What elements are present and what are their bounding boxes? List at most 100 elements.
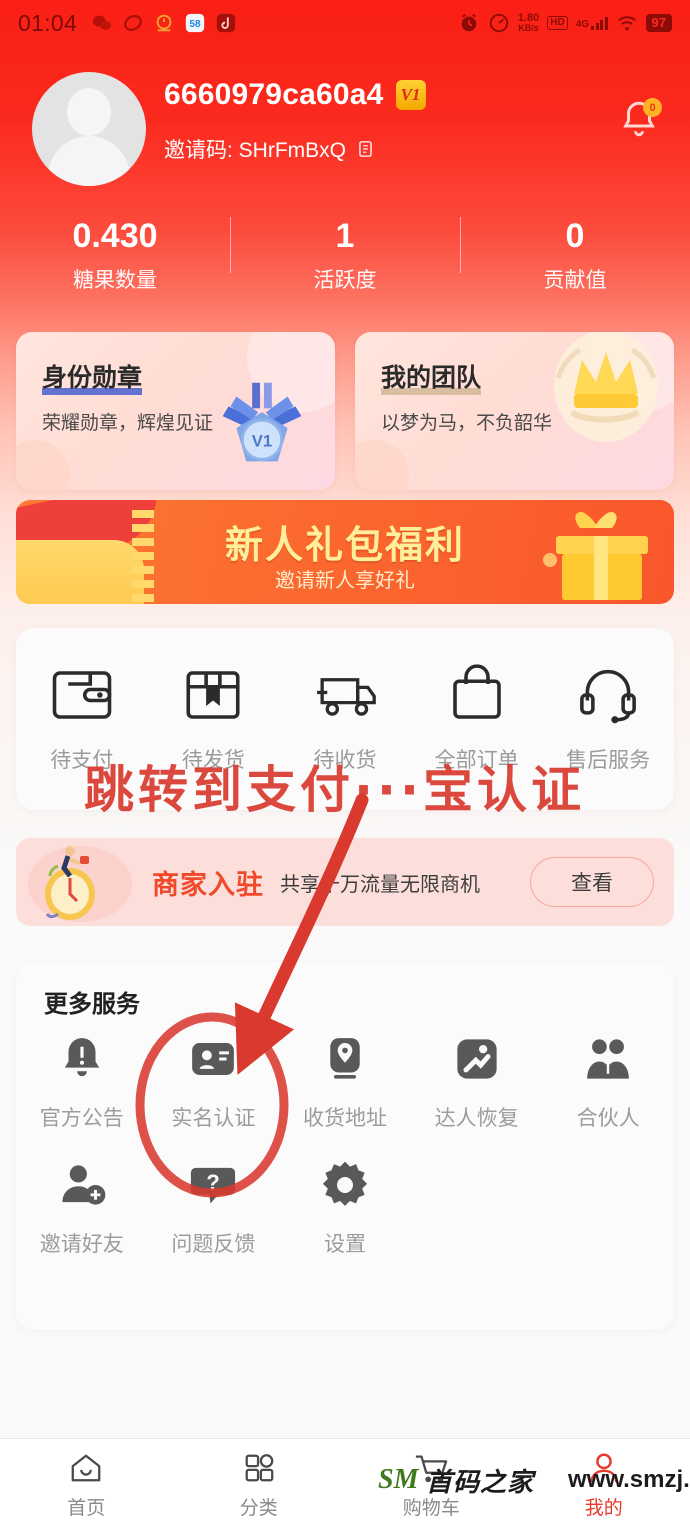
level-badge: V1: [395, 80, 426, 110]
service-partner[interactable]: 合伙人: [542, 1032, 674, 1132]
annotation-text: 跳转到支付···宝认证: [84, 761, 585, 819]
card-title: 我的团队: [381, 358, 482, 395]
merchant-view-button[interactable]: 查看: [530, 857, 654, 907]
service-shipping-address[interactable]: 收货地址: [279, 1032, 411, 1132]
tab-category[interactable]: 分类: [173, 1439, 346, 1520]
wifi-icon: [617, 16, 636, 31]
card-my-team[interactable]: 我的团队 以梦为马，不负韶华: [355, 332, 674, 490]
card-subtitle: 荣耀勋章，辉煌见证: [42, 413, 214, 434]
signal-icon: 4G: [575, 16, 608, 30]
network-speed-unit: KB/s: [518, 23, 539, 33]
truck-icon: [317, 678, 376, 716]
gift-box-icon: [543, 511, 648, 600]
service-label: 达人恢复: [434, 1107, 519, 1130]
status-bar-indicators: 1.80 KB/s HD 4G 97: [458, 12, 672, 34]
headset-icon: [580, 669, 637, 724]
medal-v1-icon: V1: [222, 382, 302, 462]
question-feedback-icon: ?: [191, 1167, 236, 1204]
crown-icon: [554, 332, 658, 442]
status-bar: 01:04 58 1.80 KB/s HD 4G 97: [0, 0, 690, 46]
status-bar-time: 01:04: [18, 9, 78, 36]
wechat-icon: [92, 15, 112, 30]
card-title: 身份勋章: [42, 358, 143, 395]
alarm-app-icon: [156, 14, 172, 32]
stat-contribution[interactable]: 0 贡献值: [460, 205, 690, 305]
location-pin-icon: [330, 1038, 360, 1079]
service-label: 设置: [323, 1233, 366, 1256]
watermark-url: www.smzj.top: [568, 1466, 690, 1493]
status-bar-app-icons: 58: [91, 12, 237, 34]
avatar-body: [48, 136, 130, 186]
avatar-head: [67, 88, 111, 136]
stat-activity[interactable]: 1 活跃度: [230, 205, 460, 305]
username: 6660979ca60a4: [164, 78, 384, 111]
stat-candy[interactable]: 0.430 糖果数量: [0, 205, 230, 305]
newcomer-gift-banner[interactable]: 新人礼包福利 邀请新人享好礼: [16, 500, 674, 604]
network-type-label: 4G: [575, 18, 590, 30]
watermark-logo: SM: [378, 1464, 419, 1495]
expert-restore-icon: [456, 1039, 497, 1079]
stat-label: 糖果数量: [73, 269, 157, 292]
service-official-announcement[interactable]: 官方公告: [16, 1032, 148, 1132]
notification-bell[interactable]: 0: [618, 98, 662, 142]
runner-illustration: [48, 846, 89, 878]
copy-icon[interactable]: [356, 138, 375, 160]
service-settings[interactable]: 设置: [279, 1158, 411, 1258]
tab-label: 首页: [67, 1498, 106, 1519]
signal-bars: [591, 16, 608, 30]
service-label: 问题反馈: [171, 1233, 256, 1256]
card-identity-badge[interactable]: 身份勋章 荣耀勋章，辉煌见证 V1: [16, 332, 335, 490]
card-decor-blob: [355, 440, 409, 490]
service-label: 收货地址: [302, 1107, 387, 1130]
stat-value: 0.430: [72, 217, 158, 255]
username-row: 6660979ca60a4 V1: [164, 78, 426, 112]
service-feedback[interactable]: ? 问题反馈: [148, 1158, 280, 1258]
svg-text:58: 58: [189, 19, 201, 30]
merchant-subtitle: 共享千万流量无限商机: [280, 873, 480, 896]
card-subtitle: 以梦为马，不负韶华: [381, 413, 553, 434]
svg-text:V1: V1: [252, 432, 272, 451]
stat-label: 活跃度: [313, 269, 377, 292]
alarm-clock-icon: [461, 13, 477, 32]
more-services-row: 官方公告 实名认证 收货地址 达人恢复 合伙人: [16, 1032, 674, 1132]
battery-icon: 97: [645, 14, 672, 32]
tab-label: 分类: [239, 1498, 278, 1519]
partners-icon: [587, 1039, 630, 1079]
douyin-icon: [216, 13, 236, 33]
app-oval-icon: [124, 14, 142, 32]
add-friend-icon: [62, 1165, 106, 1205]
merchant-title: 商家入驻: [152, 869, 264, 900]
stat-label: 贡献值: [543, 269, 607, 292]
service-realname-verification[interactable]: 实名认证: [148, 1032, 280, 1132]
stat-value: 1: [335, 217, 355, 255]
service-label: 实名认证: [171, 1107, 256, 1130]
icon-58: 58: [185, 13, 205, 33]
home-icon: [71, 1454, 101, 1482]
more-services-section: 更多服务 官方公告 实名认证 收货地址 达人恢复 合伙人 邀请好友 ? 问题反馈…: [16, 962, 674, 1330]
feature-cards: 身份勋章 荣耀勋章，辉煌见证 V1 我的团队 以梦为马，不负韶华: [16, 332, 674, 490]
service-invite-friends[interactable]: 邀请好友: [16, 1158, 148, 1258]
package-icon: [186, 671, 240, 719]
service-label: 官方公告: [39, 1107, 124, 1130]
more-services-row: 邀请好友 ? 问题反馈 设置: [16, 1158, 674, 1258]
stat-value: 0: [565, 217, 585, 255]
id-card-icon: [192, 1043, 235, 1075]
invite-code-row[interactable]: 邀请码: SHrFmBxQ: [164, 134, 375, 164]
service-label: 邀请好友: [39, 1233, 124, 1256]
service-expert-restore[interactable]: 达人恢复: [411, 1032, 543, 1132]
announcement-bell-icon: [64, 1038, 99, 1077]
speedometer-icon: [489, 13, 508, 33]
svg-text:?: ?: [207, 1170, 221, 1195]
grid-icon: [245, 1454, 274, 1482]
avatar[interactable]: [32, 72, 146, 186]
network-speed: 1.80 KB/s: [518, 13, 539, 33]
running-clock-icon: [16, 838, 144, 926]
profile-header: 6660979ca60a4 V1 邀请码: SHrFmBxQ 0: [0, 62, 690, 192]
watermark-site-name: 首码之家: [426, 1468, 535, 1497]
notification-count: 0: [643, 98, 662, 117]
service-label: 合伙人: [576, 1107, 640, 1130]
card-decor-blob: [16, 440, 70, 490]
tab-home[interactable]: 首页: [0, 1439, 173, 1520]
stats-row: 0.430 糖果数量 1 活跃度 0 贡献值: [0, 205, 690, 305]
merchant-entry-banner[interactable]: 商家入驻 共享千万流量无限商机 查看: [16, 838, 674, 926]
